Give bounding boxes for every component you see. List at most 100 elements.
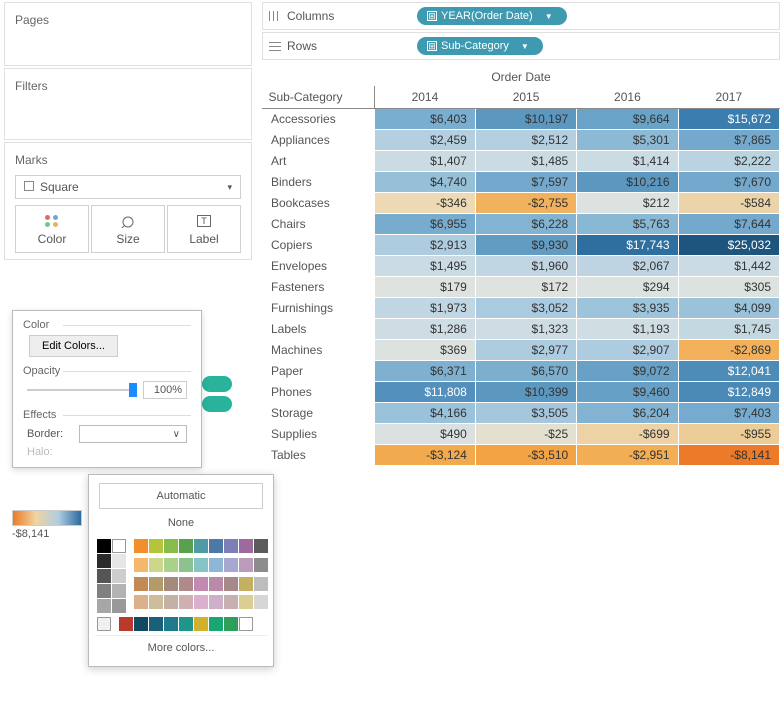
row-label[interactable]: Accessories bbox=[263, 109, 375, 130]
color-swatch[interactable] bbox=[149, 595, 163, 609]
data-cell[interactable]: $6,570 bbox=[475, 361, 576, 382]
row-label[interactable]: Labels bbox=[263, 319, 375, 340]
color-swatch[interactable] bbox=[254, 558, 268, 572]
data-cell[interactable]: $3,935 bbox=[577, 298, 678, 319]
row-label[interactable]: Fasteners bbox=[263, 277, 375, 298]
color-swatch[interactable] bbox=[149, 539, 163, 553]
color-swatch[interactable] bbox=[164, 539, 178, 553]
none-button[interactable]: None bbox=[95, 511, 267, 535]
more-colors-button[interactable]: More colors... bbox=[95, 635, 267, 660]
data-cell[interactable]: $305 bbox=[678, 277, 779, 298]
row-label[interactable]: Binders bbox=[263, 172, 375, 193]
data-cell[interactable]: $1,323 bbox=[475, 319, 576, 340]
color-swatch[interactable] bbox=[209, 617, 223, 631]
row-label[interactable]: Appliances bbox=[263, 130, 375, 151]
data-cell[interactable]: $11,808 bbox=[374, 382, 475, 403]
data-cell[interactable]: $1,745 bbox=[678, 319, 779, 340]
data-cell[interactable]: $17,743 bbox=[577, 235, 678, 256]
color-swatch[interactable] bbox=[149, 577, 163, 591]
data-cell[interactable]: $179 bbox=[374, 277, 475, 298]
data-cell[interactable]: $1,442 bbox=[678, 256, 779, 277]
data-cell[interactable]: -$8,141 bbox=[678, 445, 779, 466]
data-cell[interactable]: $10,216 bbox=[577, 172, 678, 193]
color-swatch[interactable] bbox=[224, 617, 238, 631]
color-swatch[interactable] bbox=[97, 599, 111, 613]
data-cell[interactable]: $12,849 bbox=[678, 382, 779, 403]
data-cell[interactable]: $6,403 bbox=[374, 109, 475, 130]
row-label[interactable]: Art bbox=[263, 151, 375, 172]
data-cell[interactable]: $7,403 bbox=[678, 403, 779, 424]
color-swatch[interactable] bbox=[112, 554, 126, 568]
color-swatch[interactable] bbox=[179, 617, 193, 631]
color-swatch[interactable] bbox=[239, 595, 253, 609]
rows-pill[interactable]: ⊞Sub-Category▼ bbox=[417, 37, 543, 55]
data-cell[interactable]: $6,955 bbox=[374, 214, 475, 235]
data-cell[interactable]: $172 bbox=[475, 277, 576, 298]
row-label[interactable]: Bookcases bbox=[263, 193, 375, 214]
data-cell[interactable]: -$346 bbox=[374, 193, 475, 214]
data-cell[interactable]: $2,977 bbox=[475, 340, 576, 361]
row-label[interactable]: Tables bbox=[263, 445, 375, 466]
color-swatch[interactable] bbox=[239, 558, 253, 572]
color-swatch[interactable] bbox=[224, 558, 238, 572]
data-cell[interactable]: $7,865 bbox=[678, 130, 779, 151]
data-cell[interactable]: $2,067 bbox=[577, 256, 678, 277]
color-swatch[interactable] bbox=[112, 599, 126, 613]
color-swatch[interactable] bbox=[254, 595, 268, 609]
columns-shelf[interactable]: Columns ⊞YEAR(Order Date)▼ bbox=[262, 2, 780, 30]
data-cell[interactable]: $1,960 bbox=[475, 256, 576, 277]
data-cell[interactable]: $7,670 bbox=[678, 172, 779, 193]
border-dropdown[interactable]: ∨ bbox=[79, 425, 187, 443]
row-label[interactable]: Machines bbox=[263, 340, 375, 361]
row-label[interactable]: Envelopes bbox=[263, 256, 375, 277]
data-cell[interactable]: $6,371 bbox=[374, 361, 475, 382]
color-swatch[interactable] bbox=[134, 558, 148, 572]
row-label[interactable]: Storage bbox=[263, 403, 375, 424]
color-swatch[interactable] bbox=[239, 617, 253, 631]
row-label[interactable]: Copiers bbox=[263, 235, 375, 256]
size-button[interactable]: Size bbox=[91, 205, 165, 253]
color-swatch[interactable] bbox=[209, 539, 223, 553]
color-swatch[interactable] bbox=[134, 617, 148, 631]
data-cell[interactable]: $5,763 bbox=[577, 214, 678, 235]
data-cell[interactable]: $2,459 bbox=[374, 130, 475, 151]
data-cell[interactable]: $1,407 bbox=[374, 151, 475, 172]
data-cell[interactable]: $9,664 bbox=[577, 109, 678, 130]
columns-pill[interactable]: ⊞YEAR(Order Date)▼ bbox=[417, 7, 567, 25]
column-header[interactable]: 2017 bbox=[678, 86, 779, 109]
mark-type-select[interactable]: Square ▾ bbox=[15, 175, 241, 199]
color-swatch[interactable] bbox=[209, 595, 223, 609]
data-cell[interactable]: $6,204 bbox=[577, 403, 678, 424]
color-swatch[interactable] bbox=[224, 539, 238, 553]
data-cell[interactable]: $1,495 bbox=[374, 256, 475, 277]
data-cell[interactable]: $1,414 bbox=[577, 151, 678, 172]
color-swatch[interactable] bbox=[97, 617, 111, 631]
color-swatch[interactable] bbox=[112, 569, 126, 583]
label-button[interactable]: T Label bbox=[167, 205, 241, 253]
data-cell[interactable]: -$2,951 bbox=[577, 445, 678, 466]
data-cell[interactable]: -$2,869 bbox=[678, 340, 779, 361]
data-cell[interactable]: $1,193 bbox=[577, 319, 678, 340]
color-swatch[interactable] bbox=[134, 595, 148, 609]
row-label[interactable]: Furnishings bbox=[263, 298, 375, 319]
color-swatch[interactable] bbox=[194, 539, 208, 553]
data-cell[interactable]: $9,072 bbox=[577, 361, 678, 382]
data-cell[interactable]: $490 bbox=[374, 424, 475, 445]
color-swatch[interactable] bbox=[164, 577, 178, 591]
row-label[interactable]: Paper bbox=[263, 361, 375, 382]
data-cell[interactable]: -$955 bbox=[678, 424, 779, 445]
data-cell[interactable]: -$3,510 bbox=[475, 445, 576, 466]
data-cell[interactable]: $1,485 bbox=[475, 151, 576, 172]
color-swatch[interactable] bbox=[194, 617, 208, 631]
data-cell[interactable]: $1,973 bbox=[374, 298, 475, 319]
color-swatch[interactable] bbox=[149, 558, 163, 572]
color-swatch[interactable] bbox=[149, 617, 163, 631]
data-cell[interactable]: $9,460 bbox=[577, 382, 678, 403]
data-cell[interactable]: $10,399 bbox=[475, 382, 576, 403]
color-swatch[interactable] bbox=[194, 558, 208, 572]
data-cell[interactable]: $2,222 bbox=[678, 151, 779, 172]
color-swatch[interactable] bbox=[134, 539, 148, 553]
color-swatch[interactable] bbox=[119, 617, 133, 631]
color-swatch[interactable] bbox=[239, 539, 253, 553]
data-cell[interactable]: $25,032 bbox=[678, 235, 779, 256]
